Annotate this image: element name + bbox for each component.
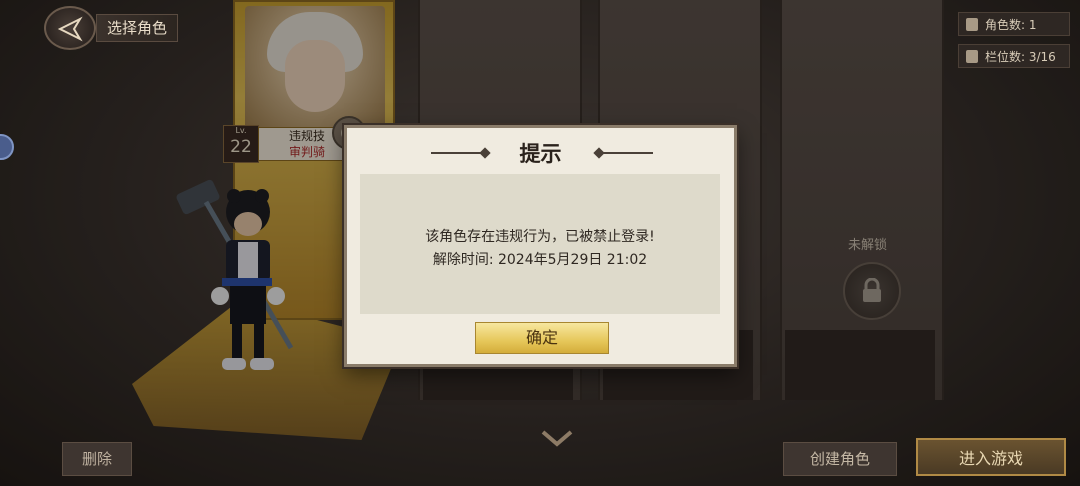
create-character-button[interactable]: 创建角色 bbox=[783, 442, 897, 476]
chevron-down-icon[interactable] bbox=[540, 428, 574, 450]
book-icon bbox=[966, 50, 978, 63]
ban-notice-dialog: 提示 该角色存在违规行为，已被禁止登录! 解除时间: 2024年5月29日 21… bbox=[344, 125, 737, 367]
delete-button[interactable]: 删除 bbox=[62, 442, 132, 476]
back-arrow-icon bbox=[57, 16, 83, 42]
role-count-text: 角色数: 1 bbox=[985, 18, 1037, 32]
slot-count-text: 栏位数: 3/16 bbox=[985, 50, 1056, 64]
slot-count-badge: 栏位数: 3/16 bbox=[958, 44, 1070, 68]
back-button[interactable] bbox=[44, 6, 96, 50]
confirm-button[interactable]: 确定 bbox=[475, 322, 609, 354]
title-ornament bbox=[597, 152, 653, 154]
person-icon bbox=[966, 18, 978, 31]
enter-game-button[interactable]: 进入游戏 bbox=[916, 438, 1066, 476]
message-panel: 该角色存在违规行为，已被禁止登录! 解除时间: 2024年5月29日 21:02 bbox=[360, 174, 720, 314]
role-count-badge: 角色数: 1 bbox=[958, 12, 1070, 36]
ban-message: 该角色存在违规行为，已被禁止登录! bbox=[425, 229, 655, 245]
page-title: 选择角色 bbox=[96, 14, 179, 42]
unban-time: 解除时间: 2024年5月29日 21:02 bbox=[432, 252, 648, 268]
dialog-title: 提示 bbox=[519, 141, 562, 166]
